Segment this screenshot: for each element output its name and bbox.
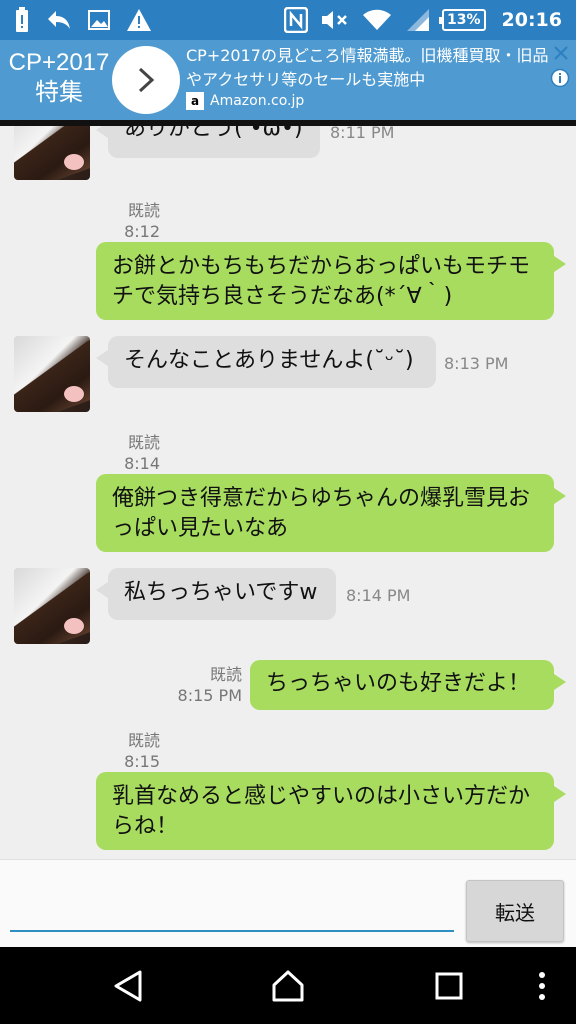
- message-time: 8:13 PM: [444, 354, 509, 373]
- ad-banner[interactable]: CP+2017 特集 CP+2017の見どころ情報満載。旧機種買取・旧品やアクセ…: [0, 40, 576, 120]
- incoming-message: そんなことありませんよ(˘ᵕ˘): [96, 336, 436, 388]
- home-icon[interactable]: [270, 969, 306, 1007]
- avatar[interactable]: [14, 336, 90, 412]
- reply-icon: [46, 9, 72, 31]
- message-time: 8:11 PM: [330, 126, 395, 142]
- read-receipt: 既読: [209, 665, 242, 684]
- battery-alert-icon: [14, 7, 30, 33]
- ad-text[interactable]: CP+2017の見どころ情報満載。旧機種買取・旧品やアクセサリ等のセールも実施中: [186, 44, 556, 92]
- chat-history[interactable]: ありがとう( •ω•) 8:11 PM 既読 8:12 PM お餅とかもちもちだ…: [0, 126, 576, 859]
- send-button[interactable]: 転送: [466, 880, 564, 942]
- read-receipt: 既読: [127, 433, 160, 452]
- signal-icon: [404, 8, 430, 32]
- avatar[interactable]: [14, 568, 90, 644]
- message-meta: 既読 8:15 PM: [176, 664, 242, 706]
- read-receipt: 既読: [127, 201, 160, 220]
- ad-source: a Amazon.co.jp: [186, 92, 304, 110]
- back-icon[interactable]: [112, 969, 144, 1007]
- nfc-icon: [284, 7, 308, 33]
- warning-icon: [126, 8, 152, 32]
- status-bar: 13% 20:16: [0, 0, 576, 40]
- recent-apps-icon[interactable]: [434, 969, 464, 1007]
- amazon-logo: a: [186, 92, 204, 110]
- incoming-message: ありがとう( •ω•): [96, 126, 320, 158]
- ad-close-icon[interactable]: [552, 44, 570, 66]
- ad-title[interactable]: CP+2017 特集: [0, 48, 118, 108]
- message-input-bar: 転送: [0, 859, 576, 947]
- mute-icon: [320, 8, 350, 32]
- outgoing-message: 俺餅つき得意だからゆちゃんの爆乳雪見おっぱい見たいなあ: [96, 474, 566, 552]
- avatar[interactable]: [14, 126, 90, 180]
- incoming-message: 私ちっちゃいですw: [96, 568, 336, 620]
- ad-info-icon[interactable]: [550, 68, 570, 92]
- message-time: 8:15 PM: [177, 686, 242, 705]
- more-options-icon[interactable]: [536, 969, 548, 1007]
- read-receipt: 既読: [127, 731, 160, 750]
- message-input[interactable]: [10, 880, 454, 932]
- outgoing-message: お餅とかもちもちだからおっぱいもモチモチで気持ち良さそうだなあ(*´∀｀): [96, 242, 566, 320]
- ad-open-button[interactable]: [112, 46, 180, 114]
- message-time: 8:14 PM: [346, 586, 411, 605]
- image-icon: [88, 9, 110, 31]
- chevron-right-icon: [138, 67, 155, 93]
- ad-title-line2: 特集: [35, 79, 83, 106]
- battery-level: 13%: [439, 9, 486, 31]
- outgoing-message: 乳首なめると感じやすいのは小さい方だからね！: [96, 772, 566, 850]
- outgoing-message: ちっちゃいのも好きだよ！: [250, 660, 566, 710]
- wifi-icon: [362, 8, 392, 32]
- ad-source-label: Amazon.co.jp: [210, 93, 305, 109]
- clock: 20:16: [501, 9, 562, 31]
- navigation-bar: [0, 947, 576, 1024]
- ad-title-line1: CP+2017: [8, 49, 110, 76]
